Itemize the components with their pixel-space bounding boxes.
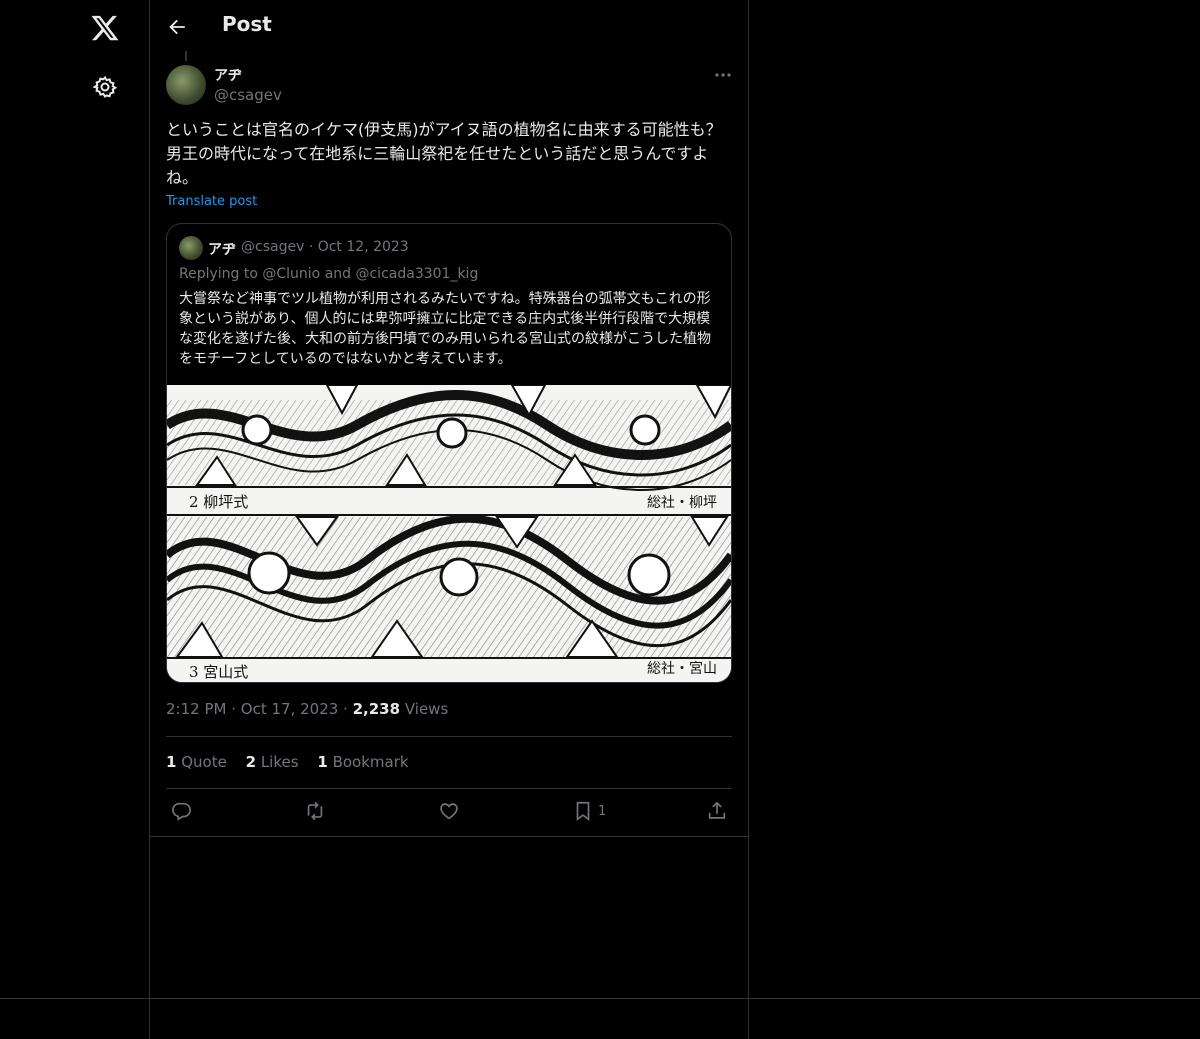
quoted-avatar	[179, 236, 203, 260]
quoted-handle: @csagev	[241, 239, 305, 255]
avatar[interactable]	[166, 65, 206, 105]
reply-button[interactable]	[170, 800, 192, 824]
share-icon	[708, 801, 726, 819]
likes-label: Likes	[260, 753, 299, 771]
separator-dot: ·	[343, 700, 353, 718]
translate-post-link[interactable]: Translate post	[166, 194, 257, 209]
quoted-date: Oct 12, 2023	[317, 239, 409, 255]
post-meta: 2:12 PM · Oct 17, 2023 · 2,238 Views	[166, 700, 448, 718]
repost-button[interactable]	[304, 800, 326, 824]
image-label-top-left: 2 柳坪式	[189, 493, 248, 511]
left-column-divider	[149, 0, 150, 1039]
views-count: 2,238	[352, 700, 401, 718]
bookmark-button[interactable]: 1	[572, 800, 612, 824]
image-label-bottom-right: 総社・宮山	[647, 661, 717, 677]
image-label-top-right: 総社・柳坪	[647, 494, 717, 511]
right-column-divider	[748, 0, 749, 1039]
like-button[interactable]	[438, 800, 460, 824]
share-button[interactable]	[706, 800, 728, 824]
quoted-image[interactable]: 2 柳坪式 総社・柳坪 3 宮山式 総社・宮山	[167, 385, 731, 682]
author-handle[interactable]: @csagev	[214, 86, 282, 104]
quotes-label: Quote	[181, 753, 227, 771]
bookmarks-count: 1	[317, 753, 328, 771]
action-bar: 1	[166, 800, 732, 826]
engagement-stats: 1 Quote 2 Likes 1 Bookmark	[166, 753, 423, 771]
likes-count: 2	[245, 753, 257, 771]
post-bottom-divider	[150, 836, 748, 837]
quoted-handle-date: @csagev · Oct 12, 2023	[241, 239, 409, 255]
thread-line	[185, 51, 187, 61]
bottom-pattern-band	[167, 514, 731, 659]
bottom-divider	[0, 998, 1200, 999]
separator-dot: ·	[231, 700, 241, 718]
post-time[interactable]: 2:12 PM	[166, 700, 226, 718]
page-title: Post	[222, 12, 272, 36]
repost-icon	[307, 801, 323, 821]
image-label-bottom-left: 3 宮山式	[189, 663, 248, 681]
quoted-replying-to: Replying to @Clunio and @cicada3301_kig	[179, 266, 479, 282]
quotes-count: 1	[166, 753, 177, 771]
page-header: Post	[150, 0, 748, 54]
quotes-stat[interactable]: 1 Quote	[166, 753, 227, 771]
arrow-left-icon[interactable]	[166, 16, 188, 38]
quoted-display-name: アヂ	[208, 242, 236, 258]
bookmark-icon	[576, 801, 590, 821]
post-date[interactable]: Oct 17, 2023	[241, 700, 339, 718]
divider	[166, 736, 732, 737]
top-pattern-band	[167, 385, 731, 491]
bookmark-action-count: 1	[598, 804, 607, 819]
reply-icon	[172, 802, 191, 821]
gear-icon[interactable]	[93, 75, 117, 99]
more-dots-icon[interactable]	[712, 68, 734, 82]
separator-dot: ·	[308, 239, 318, 255]
quoted-post[interactable]: アヂ @csagev · Oct 12, 2023 Replying to @C…	[166, 223, 732, 683]
author-display-name[interactable]: アヂ	[214, 65, 242, 85]
post-text: ということは官名のイケマ(伊支馬)がアイヌ語の植物名に由来する可能性も？男王の時…	[166, 120, 722, 187]
bookmarks-label: Bookmark	[332, 753, 409, 771]
quoted-text: 大嘗祭など神事でツル植物が利用されるみたいですね。特殊器台の弧帯文もこれの形象と…	[179, 291, 711, 367]
views-label: Views	[404, 700, 449, 718]
likes-stat[interactable]: 2 Likes	[246, 753, 299, 771]
x-logo-icon[interactable]	[90, 13, 120, 43]
bookmarks-stat[interactable]: 1 Bookmark	[317, 753, 408, 771]
heart-icon	[440, 803, 458, 820]
divider	[166, 788, 732, 789]
